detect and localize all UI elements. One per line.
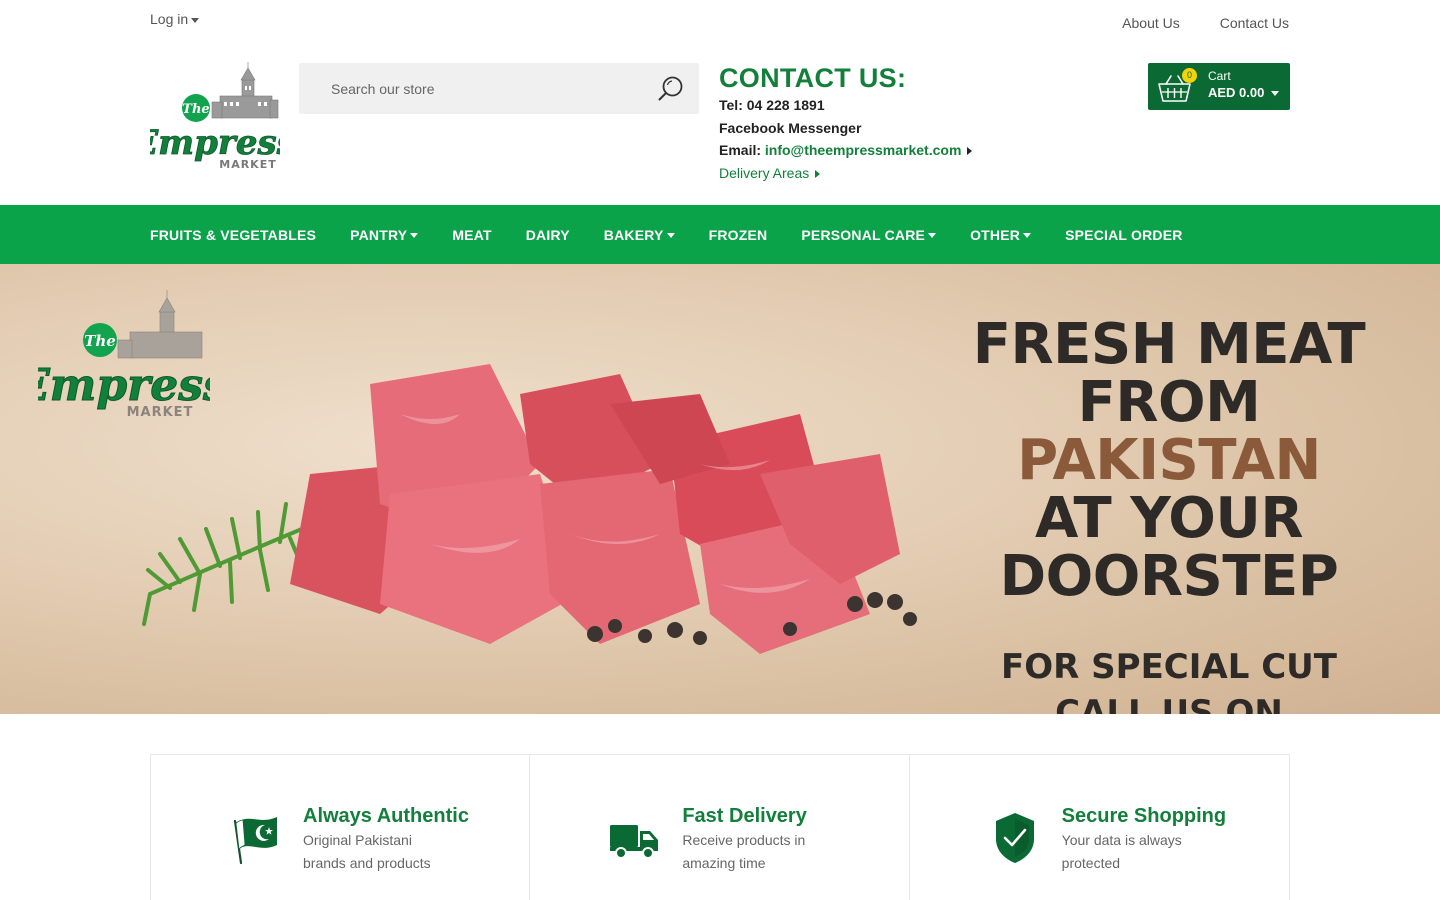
search-input[interactable]	[299, 63, 639, 114]
chevron-down-icon	[191, 17, 200, 23]
tel-label: Tel:	[719, 97, 743, 113]
nav-item-label: OTHER	[970, 226, 1021, 243]
login-dropdown[interactable]: Log in	[150, 11, 200, 27]
nav-item-bakery[interactable]: BAKERY	[604, 227, 675, 243]
hero-line-2-pre: FROM	[1077, 370, 1261, 435]
search-button[interactable]	[657, 75, 685, 103]
email-link[interactable]: info@theempressmarket.com	[765, 142, 962, 158]
feature-authentic: Always Authentic Original Pakistani bran…	[151, 755, 531, 900]
hero-sub-2: CALL US ON (042281891)	[1055, 693, 1283, 714]
hero-line-2-accent: PAKISTAN	[1017, 428, 1321, 493]
hero-line-1: FRESH MEAT	[972, 312, 1366, 377]
caret-right-icon	[815, 169, 821, 178]
nav-item-label: BAKERY	[603, 226, 664, 243]
contact-tel: Tel: 04 228 1891	[719, 94, 972, 117]
hero-headline: FRESH MEAT FROM PAKISTAN AT YOUR DOORSTE…	[930, 312, 1408, 715]
feature-title: Fast Delivery	[682, 805, 807, 827]
hero-line-4: DOORSTEP	[999, 544, 1339, 609]
nav-item-other[interactable]: OTHER	[970, 226, 1032, 243]
contact-us-link[interactable]: Contact Us	[1220, 15, 1289, 31]
nav-item-meat[interactable]: MEAT	[452, 227, 491, 243]
hero-subtext: FOR SPECIAL CUT CALL US ON (042281891)	[930, 644, 1408, 714]
cart-button[interactable]: 0 Cart AED 0.00	[1148, 63, 1290, 110]
nav-item-label: DAIRY	[525, 226, 570, 243]
nav-item-label: SPECIAL ORDER	[1065, 226, 1183, 243]
site-logo[interactable]: The Empress MARKET	[131, 62, 296, 172]
chevron-down-icon	[410, 233, 419, 239]
chevron-down-icon	[1271, 91, 1279, 97]
cart-total-value: AED 0.00	[1208, 85, 1265, 100]
cart-count-badge: 0	[1182, 68, 1197, 83]
search-icon	[658, 76, 683, 101]
features-strip: Always Authentic Original Pakistani bran…	[150, 754, 1290, 900]
nav-item-label: FRUITS & VEGETABLES	[150, 226, 317, 243]
hero-line-2: FROM PAKISTAN	[930, 374, 1408, 490]
contact-title: CONTACT US:	[719, 63, 907, 93]
meat-cubes-image	[142, 364, 917, 654]
pakistan-flag-icon	[233, 817, 277, 865]
nav-item-personal-care[interactable]: PERSONAL CARE	[801, 226, 937, 243]
empress-market-logo-icon: The Empress MARKET	[131, 62, 296, 171]
delivery-areas-label: Delivery Areas	[719, 164, 810, 181]
svg-text:The: The	[84, 332, 116, 350]
chevron-down-icon	[666, 233, 675, 239]
feature-title: Secure Shopping	[1061, 805, 1227, 827]
feature-desc: Original Pakistani brands and products	[303, 832, 431, 871]
cart-total: AED 0.00	[1208, 85, 1279, 100]
cart-label: Cart	[1208, 69, 1231, 83]
feature-desc: Your data is always protected	[1061, 832, 1182, 871]
feature-title: Always Authentic	[303, 805, 469, 827]
svg-text:The: The	[182, 102, 209, 117]
main-navigation: FRUITS & VEGETABLES PANTRY MEAT DAIRY BA…	[0, 205, 1440, 264]
shield-check-icon	[995, 813, 1034, 863]
feature-secure: Secure Shopping Your data is always prot…	[910, 755, 1289, 900]
nav-item-label: MEAT	[452, 226, 492, 243]
facebook-messenger-link[interactable]: Facebook Messenger	[719, 117, 972, 140]
nav-item-dairy[interactable]: DAIRY	[526, 227, 570, 243]
nav-item-fruits-vegetables[interactable]: FRUITS & VEGETABLES	[150, 227, 316, 243]
top-links: About Us Contact Us	[1122, 15, 1289, 31]
nav-item-label: FROZEN	[708, 226, 768, 243]
hero-line-3: AT YOUR	[1035, 486, 1303, 551]
caret-right-icon	[967, 147, 973, 156]
top-bar: Log in About Us Contact Us	[0, 0, 1440, 48]
svg-text:Empress: Empress	[150, 123, 280, 163]
nav-item-label: PERSONAL CARE	[801, 226, 926, 243]
nav-item-special-order[interactable]: SPECIAL ORDER	[1065, 227, 1182, 243]
email-label: Email:	[719, 142, 762, 158]
svg-text:MARKET: MARKET	[219, 158, 276, 171]
search-bar	[299, 63, 699, 114]
contact-email: Email: info@theempressmarket.com	[719, 139, 973, 162]
hero-banner[interactable]: The Empress MARKET	[0, 264, 1440, 714]
about-us-link[interactable]: About Us	[1122, 15, 1180, 31]
login-label: Log in	[150, 11, 189, 27]
chevron-down-icon	[1023, 233, 1032, 239]
tel-value[interactable]: 04 228 1891	[747, 97, 825, 113]
nav-item-label: PANTRY	[350, 226, 408, 243]
contact-block: CONTACT US: Tel: 04 228 1891 Facebook Me…	[719, 62, 973, 184]
delivery-areas-link[interactable]: Delivery Areas	[719, 162, 972, 184]
hero-sub-1: FOR SPECIAL CUT	[1001, 647, 1337, 687]
feature-delivery: Fast Delivery Receive products in amazin…	[530, 755, 910, 900]
nav-item-pantry[interactable]: PANTRY	[350, 226, 419, 243]
nav-list: FRUITS & VEGETABLES PANTRY MEAT DAIRY BA…	[150, 205, 1217, 264]
nav-item-frozen[interactable]: FROZEN	[709, 227, 768, 243]
delivery-truck-icon	[610, 825, 659, 859]
feature-desc: Receive products in amazing time	[682, 832, 806, 871]
chevron-down-icon	[928, 233, 937, 239]
